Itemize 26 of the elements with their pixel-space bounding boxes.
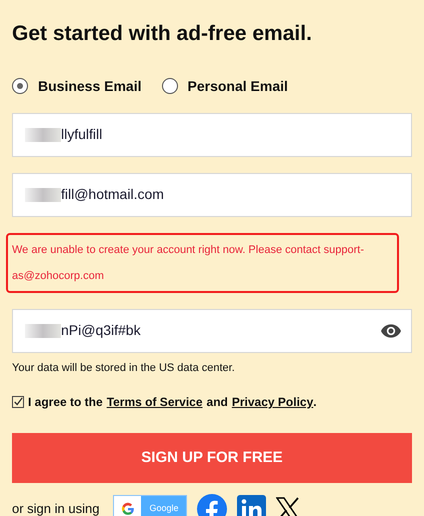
field-value: llyfulfill	[61, 125, 104, 144]
data-center-note: Your data will be stored in the US data center.	[12, 360, 236, 376]
input-field[interactable]: fill@hotmail.com	[12, 172, 412, 216]
radio-button[interactable]	[162, 78, 178, 94]
agreement-text: .	[313, 394, 317, 411]
field-value: nPi@q3if#bk	[61, 321, 142, 340]
checkbox[interactable]	[12, 396, 24, 408]
signin-label: or sign in using	[12, 500, 100, 516]
terms-link[interactable]: Terms of Service	[106, 393, 203, 411]
linkedin-icon[interactable]	[237, 494, 266, 516]
agreement-text: and	[206, 394, 228, 411]
x-logo-icon[interactable]	[276, 497, 300, 516]
radio-label: Personal Email	[188, 76, 288, 96]
page-heading: Get started with ad-free email.	[12, 21, 313, 47]
agreement-text: I agree to the	[28, 394, 103, 411]
password-field[interactable]: nPi@q3if#bk	[12, 308, 412, 352]
privacy-link[interactable]: Privacy Policy	[232, 393, 314, 411]
input-field[interactable]: llyfulfill	[12, 112, 412, 156]
signup-button[interactable]: SIGN UP FOR FREE	[12, 433, 412, 483]
radio-label: Business Email	[38, 76, 142, 96]
facebook-icon[interactable]	[197, 494, 228, 516]
eye-icon[interactable]	[381, 324, 401, 338]
field-value: fill@hotmail.com	[61, 185, 165, 204]
error-message: We are unable to create your account right now. Please contact support-as@zohocorp.com	[6, 232, 399, 292]
google-icon	[120, 502, 135, 516]
radio-button[interactable]	[12, 78, 28, 94]
